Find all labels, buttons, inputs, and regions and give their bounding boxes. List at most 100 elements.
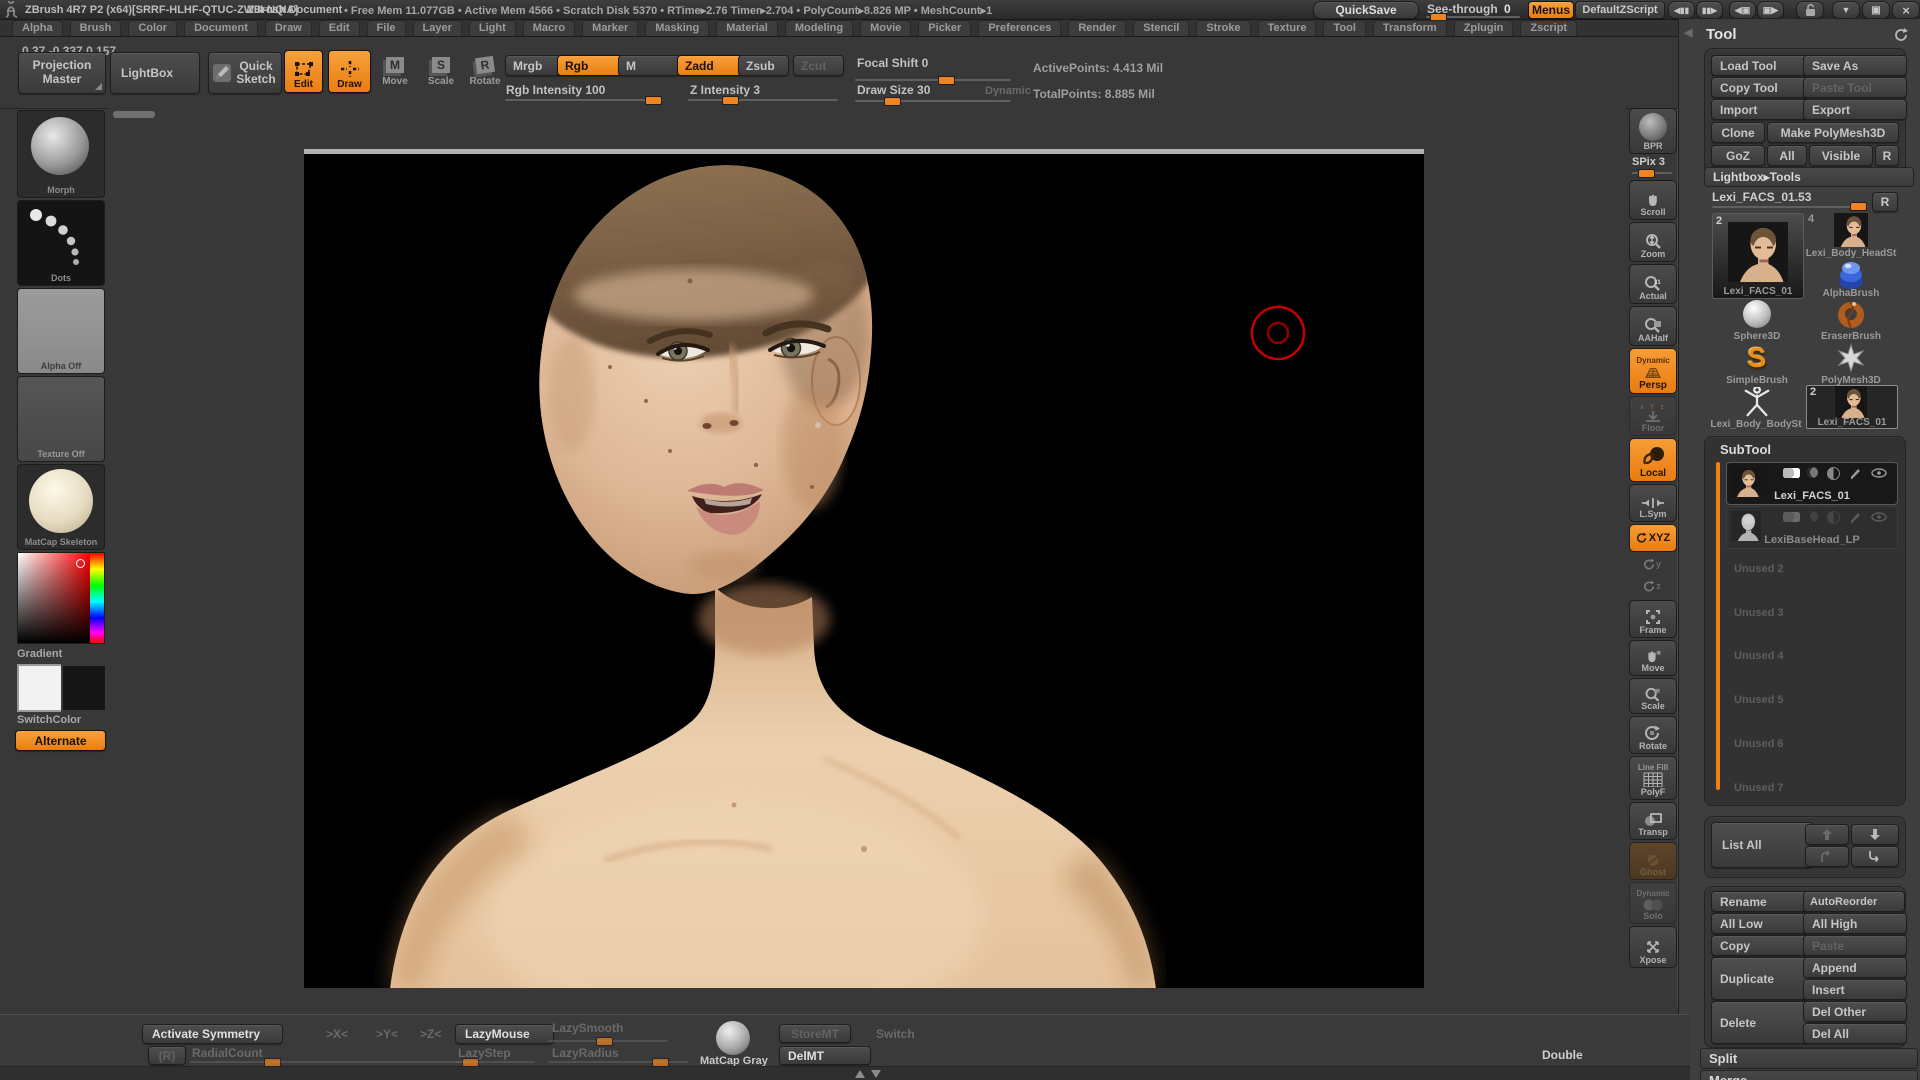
crescent-icon[interactable] bbox=[1807, 511, 1818, 522]
clone-button[interactable]: Clone bbox=[1711, 122, 1765, 143]
rename-button[interactable]: Rename bbox=[1711, 891, 1809, 912]
matcap-material-thumb[interactable]: MatCap Skeleton bbox=[17, 464, 105, 550]
tray-expand-arrows-icon[interactable] bbox=[855, 1070, 881, 1078]
ghost-button[interactable]: Ghost bbox=[1629, 842, 1677, 880]
import-button[interactable]: Import bbox=[1711, 99, 1809, 120]
tool-thumb-eraserbrush[interactable] bbox=[1806, 300, 1896, 330]
paint-brush-icon[interactable] bbox=[1849, 467, 1862, 480]
alternate-button[interactable]: Alternate bbox=[15, 730, 106, 751]
menu-draw[interactable]: Draw bbox=[265, 20, 312, 36]
m-button[interactable]: M bbox=[618, 55, 681, 76]
persp-button[interactable]: Dynamic Persp bbox=[1629, 348, 1677, 394]
copy-subtool-button[interactable]: Copy bbox=[1711, 935, 1809, 956]
double-toggle[interactable]: Double bbox=[1542, 1048, 1583, 1062]
zoom-button[interactable]: Zoom bbox=[1629, 222, 1677, 262]
tool-thumb-polymesh3d[interactable] bbox=[1806, 343, 1896, 373]
radialcount-slider[interactable] bbox=[190, 1061, 480, 1063]
rgb-intensity-slider-label[interactable]: Rgb Intensity 100 bbox=[506, 83, 605, 97]
document-viewport[interactable] bbox=[304, 149, 1424, 988]
radial-r-button[interactable]: (R) bbox=[148, 1046, 186, 1065]
export-button[interactable]: Export bbox=[1803, 99, 1907, 120]
menu-edit[interactable]: Edit bbox=[319, 20, 360, 36]
del-all-button[interactable]: Del All bbox=[1803, 1023, 1907, 1044]
actual-button[interactable]: x1 Actual bbox=[1629, 264, 1677, 304]
polypaint-toggle-icon[interactable] bbox=[1783, 468, 1800, 478]
load-tool-button[interactable]: Load Tool bbox=[1711, 55, 1809, 76]
spix-slider-handle[interactable] bbox=[1638, 169, 1655, 178]
draw-size-slider-label[interactable]: Draw Size 30 bbox=[857, 83, 930, 97]
menu-transform[interactable]: Transform bbox=[1373, 20, 1447, 36]
secondary-color-swatch[interactable] bbox=[61, 664, 107, 712]
canvas-h-scrollbar[interactable] bbox=[113, 111, 155, 118]
solo-button[interactable]: Dynamic Solo bbox=[1629, 882, 1677, 924]
rgb-intensity-slider-handle[interactable] bbox=[645, 96, 662, 105]
hue-strip[interactable] bbox=[90, 553, 104, 643]
sym-y-toggle[interactable]: >Y< bbox=[376, 1027, 398, 1041]
xpose-button[interactable]: Xpose bbox=[1629, 926, 1677, 968]
tray-collapse-right-button[interactable]: ▮▮▶ bbox=[1696, 1, 1723, 19]
autoreorder-button[interactable]: AutoReorder bbox=[1803, 891, 1905, 912]
z-intensity-slider[interactable] bbox=[688, 99, 838, 101]
lightbox-tools-header[interactable]: Lightbox▸Tools bbox=[1704, 167, 1914, 187]
rotate-y-button[interactable]: y bbox=[1629, 554, 1675, 574]
goz-visible-button[interactable]: Visible bbox=[1809, 145, 1873, 166]
split-section-header[interactable]: Split bbox=[1700, 1048, 1918, 1069]
menu-stencil[interactable]: Stencil bbox=[1133, 20, 1189, 36]
panel-collapse-icon[interactable]: ◀ bbox=[1684, 26, 1692, 39]
color-picker[interactable] bbox=[17, 552, 105, 644]
menu-stroke[interactable]: Stroke bbox=[1196, 20, 1250, 36]
quicksave-button[interactable]: QuickSave bbox=[1313, 1, 1419, 19]
activate-symmetry-button[interactable]: Activate Symmetry bbox=[142, 1024, 283, 1044]
projection-master-button[interactable]: Projection Master bbox=[18, 52, 106, 94]
subtool-scrollbar[interactable] bbox=[1716, 462, 1720, 790]
frame-button[interactable]: Frame bbox=[1629, 600, 1677, 638]
menu-preferences[interactable]: Preferences bbox=[978, 20, 1061, 36]
stroke-dots-thumb[interactable]: Dots bbox=[17, 200, 105, 286]
menu-file[interactable]: File bbox=[367, 20, 406, 36]
duplicate-button[interactable]: Duplicate bbox=[1711, 957, 1809, 1000]
alpha-thumb[interactable]: Alpha Off bbox=[17, 288, 105, 374]
polyframe-button[interactable]: Line Fill PolyF bbox=[1629, 756, 1677, 800]
morph-target-thumb[interactable]: Morph bbox=[17, 110, 105, 198]
tool-thumb-current[interactable]: 2 Lexi_FACS_01 bbox=[1712, 213, 1804, 299]
draw-size-slider-handle[interactable] bbox=[884, 97, 901, 106]
z-intensity-slider-label[interactable]: Z Intensity 3 bbox=[690, 83, 760, 97]
menu-modeling[interactable]: Modeling bbox=[785, 20, 853, 36]
delmt-button[interactable]: DelMT bbox=[779, 1046, 871, 1065]
window-shift-right-button[interactable]: ▣▶ bbox=[1757, 1, 1784, 19]
rgb-intensity-slider[interactable] bbox=[505, 99, 663, 101]
focal-shift-slider-handle[interactable] bbox=[938, 76, 955, 85]
focal-shift-slider[interactable] bbox=[855, 79, 1011, 81]
tray-collapse-left-button[interactable]: ◀▮▮ bbox=[1668, 1, 1695, 19]
window-shift-left-button[interactable]: ◀▣ bbox=[1729, 1, 1756, 19]
main-color-swatch[interactable] bbox=[17, 664, 63, 712]
subtool-item-basehead[interactable]: LexiBaseHead_LP bbox=[1726, 506, 1898, 549]
bpr-button[interactable]: BPR bbox=[1629, 108, 1677, 154]
menu-masking[interactable]: Masking bbox=[645, 20, 709, 36]
draw-button[interactable]: Draw bbox=[328, 50, 371, 93]
current-tool-slider-handle[interactable] bbox=[1850, 202, 1867, 211]
goz-all-button[interactable]: All bbox=[1767, 145, 1807, 166]
merge-section-header[interactable]: Merge bbox=[1700, 1070, 1918, 1080]
menu-movie[interactable]: Movie bbox=[860, 20, 911, 36]
move-3d-button[interactable]: Move bbox=[1629, 640, 1677, 676]
tool-thumb-simplebrush[interactable]: S bbox=[1712, 343, 1802, 373]
save-as-button[interactable]: Save As bbox=[1803, 55, 1907, 76]
menu-color[interactable]: Color bbox=[128, 20, 177, 36]
menu-picker[interactable]: Picker bbox=[918, 20, 971, 36]
menu-document[interactable]: Document bbox=[184, 20, 258, 36]
edit-button[interactable]: Edit bbox=[284, 50, 323, 93]
rotate-z-button[interactable]: z bbox=[1629, 576, 1675, 596]
draw-size-slider[interactable] bbox=[855, 100, 1011, 102]
tool-thumb-facs-selected[interactable]: 2 Lexi_FACS_01 bbox=[1806, 385, 1898, 429]
append-button[interactable]: Append bbox=[1803, 957, 1907, 978]
floor-button[interactable]: x Y z Floor bbox=[1629, 396, 1677, 436]
transp-button[interactable]: Transp bbox=[1629, 802, 1677, 840]
scale-button[interactable]: S Scale bbox=[424, 52, 458, 92]
subtool-down-button[interactable] bbox=[1851, 824, 1899, 845]
menu-light[interactable]: Light bbox=[469, 20, 516, 36]
rotate-3d-button[interactable]: Rotate bbox=[1629, 716, 1677, 754]
aahalf-button[interactable]: AAHalf bbox=[1629, 306, 1677, 346]
insert-button[interactable]: Insert bbox=[1803, 979, 1907, 1000]
current-tool-slider-label[interactable]: Lexi_FACS_01.53 bbox=[1712, 190, 1811, 204]
